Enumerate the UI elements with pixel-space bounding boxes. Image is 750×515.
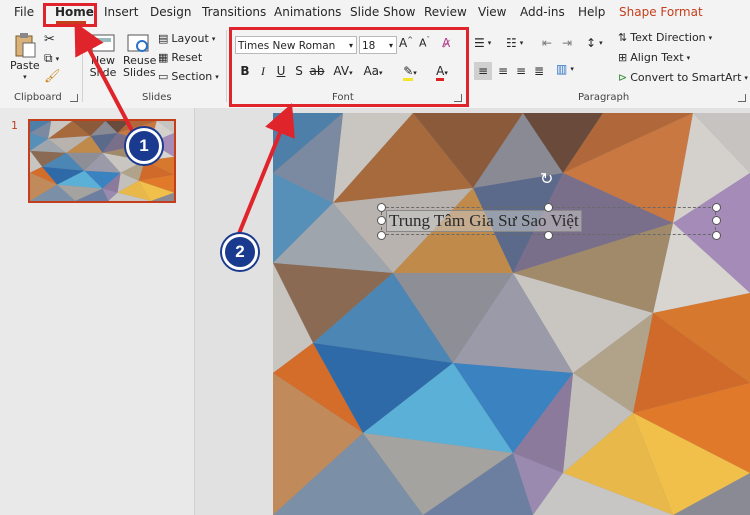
annotation-arrows: [74, 21, 295, 237]
arrow-to-home-tab: [74, 21, 140, 143]
arrow-to-font-group: [236, 103, 295, 237]
step-1-badge: 1: [126, 128, 162, 164]
step-2-badge: 2: [222, 234, 258, 270]
